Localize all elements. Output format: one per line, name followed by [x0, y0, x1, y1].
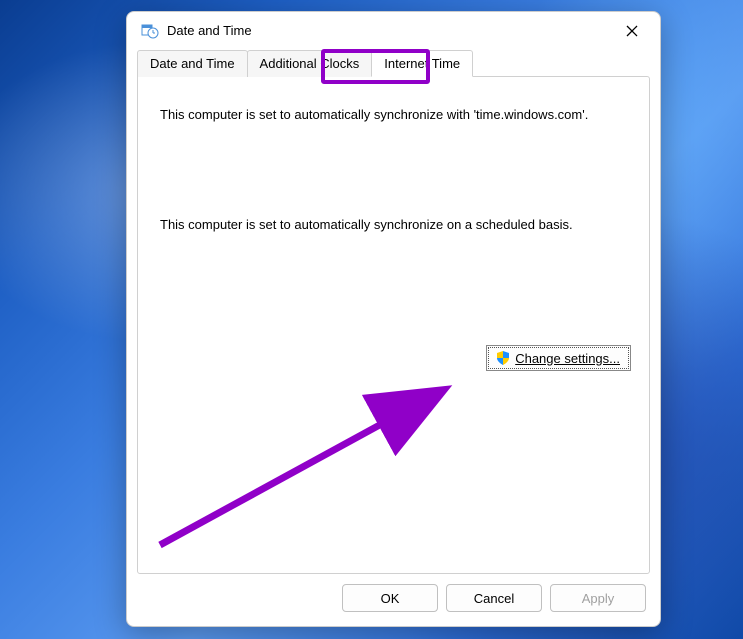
tab-strip: Date and Time Additional Clocks Internet…: [127, 50, 660, 76]
date-time-dialog: Date and Time Date and Time Additional C…: [126, 11, 661, 627]
titlebar: Date and Time: [127, 12, 660, 50]
dialog-button-row: OK Cancel Apply: [127, 574, 660, 626]
uac-shield-icon: [495, 350, 511, 366]
close-button[interactable]: [612, 16, 652, 46]
close-icon: [626, 25, 638, 37]
tab-internet-time[interactable]: Internet Time: [371, 50, 473, 77]
tab-date-and-time[interactable]: Date and Time: [137, 50, 248, 77]
change-settings-button[interactable]: Change settings...: [486, 345, 631, 371]
change-settings-label: Change settings...: [515, 351, 620, 366]
apply-button: Apply: [550, 584, 646, 612]
cancel-button[interactable]: Cancel: [446, 584, 542, 612]
tab-content-panel: This computer is set to automatically sy…: [137, 76, 650, 574]
sync-status-text: This computer is set to automatically sy…: [160, 105, 627, 125]
clock-calendar-icon: [141, 22, 159, 40]
tab-additional-clocks[interactable]: Additional Clocks: [247, 50, 373, 77]
schedule-text: This computer is set to automatically sy…: [160, 215, 627, 235]
ok-button[interactable]: OK: [342, 584, 438, 612]
dialog-title: Date and Time: [167, 23, 612, 38]
